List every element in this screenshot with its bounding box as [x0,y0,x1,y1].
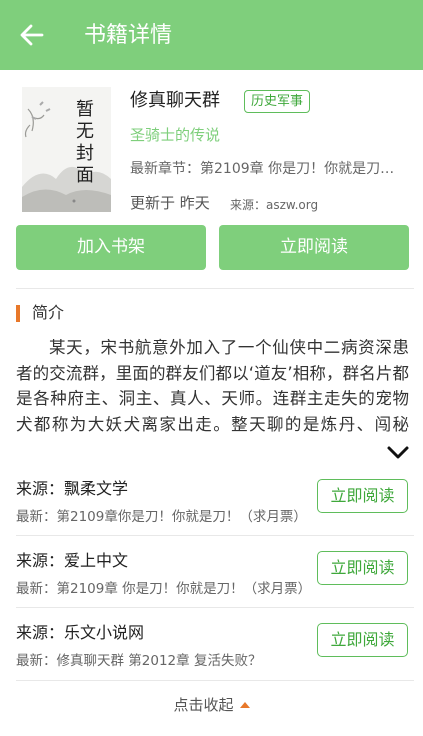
top-bar: 书籍详情 [0,0,423,70]
intro-heading: 简介 [32,303,65,322]
cover-placeholder-text: 暂无封面 [76,99,94,186]
source-name: 来源：飘柔文学 [16,479,129,498]
category-badge: 历史军事 [244,90,311,113]
source-latest-chapter: 最新：第2109章 你是刀！你就是刀！（求月票） [16,581,312,597]
source-name: 来源：乐文小说网 [16,623,145,642]
source-row: 来源：爱上中文 最新：第2109章 你是刀！你就是刀！（求月票） 立即阅读 [0,549,423,621]
latest-chapter: 最新章节：第2109章 你是刀！你就是刀！（求月票） [130,161,406,177]
collapse-toggle[interactable]: 点击收起 [0,694,423,716]
book-title: 修真聊天群 [130,90,220,111]
source-read-button[interactable]: 立即阅读 [317,551,408,585]
source-name: 来源：爱上中文 [16,551,129,570]
page-title: 书籍详情 [84,23,173,48]
update-time: 更新于 昨天 [130,194,210,212]
author-link[interactable]: 圣骑士的传说 [130,124,220,146]
add-to-shelf-button[interactable]: 加入书架 [16,225,206,270]
divider [16,607,414,608]
source-read-button[interactable]: 立即阅读 [317,479,408,513]
source-read-button[interactable]: 立即阅读 [317,623,408,657]
source-row: 来源：飘柔文学 最新：第2109章你是刀！你就是刀！（求月票） 立即阅读 [0,477,423,549]
book-cover: 暂无封面 [22,87,111,212]
divider [16,535,414,536]
arrow-left-icon[interactable] [18,22,44,48]
chevron-down-icon[interactable] [386,443,410,463]
source-row: 来源：乐文小说网 最新：修真聊天群 第2012章 复活失败？ 立即阅读 [0,621,423,693]
source-site: 来源：aszw.org [230,198,319,212]
collapse-label: 点击收起 [173,696,234,714]
divider [16,288,414,289]
divider [16,680,414,681]
source-latest-chapter: 最新：修真聊天群 第2012章 复活失败？ [16,653,262,669]
source-latest-chapter: 最新：第2109章你是刀！你就是刀！（求月票） [16,509,307,525]
read-now-button[interactable]: 立即阅读 [219,225,409,270]
section-marker [16,305,20,322]
intro-text: 某天，宋书航意外加入了一个仙侠中二病资深患者的交流群，里面的群友们都以‘道友’相… [16,338,409,434]
triangle-up-icon [239,702,250,708]
